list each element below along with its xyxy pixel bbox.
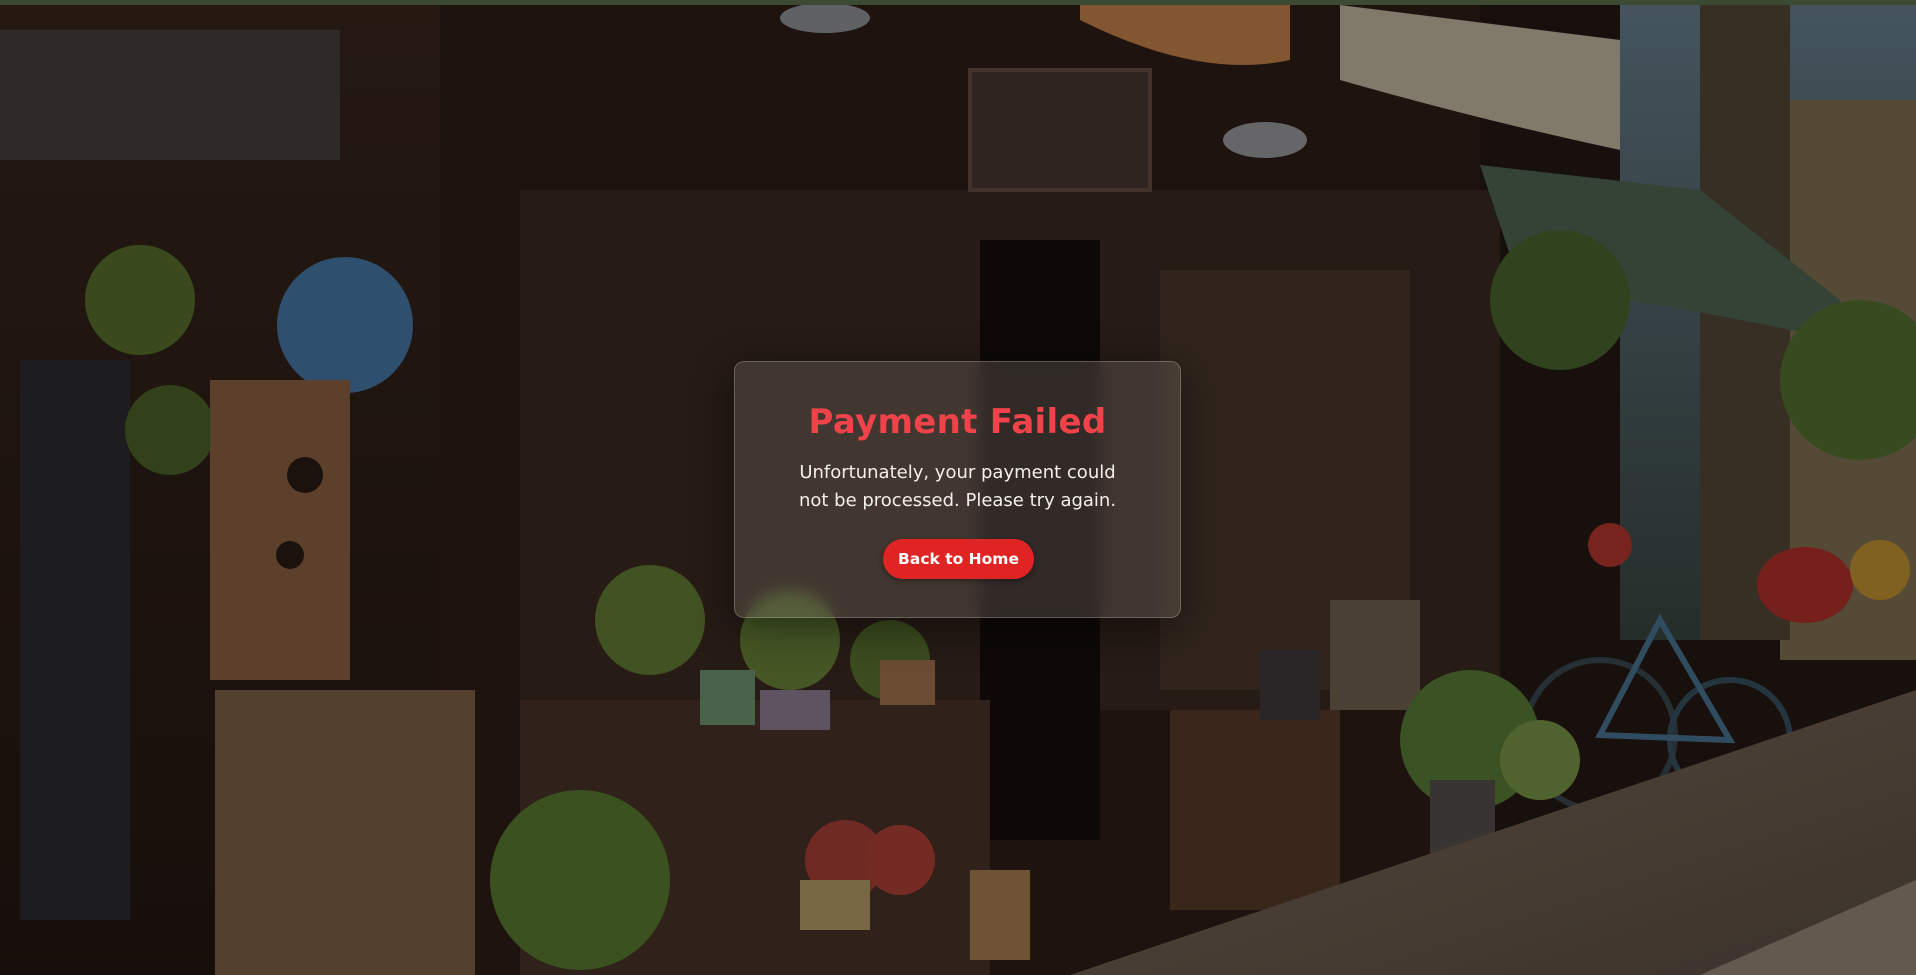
dialog-message: Unfortunately, your payment could not be… <box>798 462 1117 511</box>
top-accent-bar <box>0 0 1916 5</box>
dialog-title: Payment Failed <box>808 402 1107 442</box>
back-to-home-button[interactable]: Back to Home <box>883 539 1034 579</box>
payment-failed-dialog: Payment Failed Unfortunately, your payme… <box>734 361 1181 618</box>
